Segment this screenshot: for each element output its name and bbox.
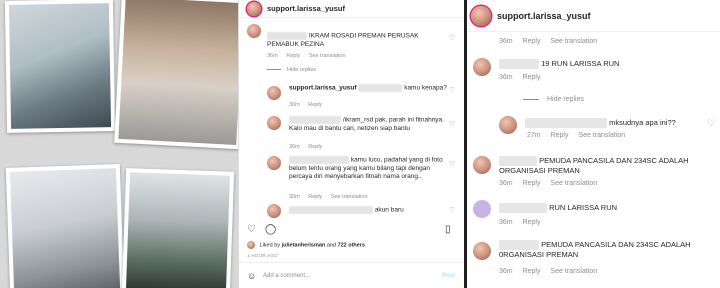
reply-button[interactable]: Reply [523,74,541,81]
heart-icon[interactable]: ♡ [449,34,455,42]
redacted-username [289,156,349,164]
comment-text: 19 RUN LARISSA RUN [541,59,620,68]
hide-replies-button[interactable]: Hide replies [267,67,316,73]
comment-time: 36m [499,219,513,226]
reply-button[interactable]: Reply [523,219,541,226]
avatar[interactable] [473,200,491,218]
photo-restaurant-table [114,0,238,150]
comment: support.larissa_yusuf kamu kenapa? 30m R… [239,80,465,110]
liked-user[interactable]: julietanherisman [282,242,326,248]
reply-button[interactable]: Reply [308,144,322,150]
comment-bubble-icon[interactable]: ◯ [265,224,276,235]
photo-man-phone [5,164,125,288]
see-translation-link[interactable]: See translation [331,194,368,200]
comment-time: 36m [499,74,513,81]
redacted-username [499,59,539,70]
avatar[interactable] [267,204,281,218]
avatar[interactable] [471,6,491,26]
comment: /ikram_rsd pak, parah ini fitnahnya. Kal… [239,114,465,152]
post-header: support.larissa_yusuf [239,0,464,18]
avatar[interactable] [473,156,491,174]
avatar[interactable] [247,1,261,16]
comment-text: RUN LARISSA RUN [549,203,618,212]
see-translation-link[interactable]: See translation [550,38,597,45]
see-translation-link[interactable]: See translation [309,53,346,59]
post-actions-bar: ♡ ◯ ▯ [247,224,457,236]
redacted-mention [358,84,403,92]
avatar[interactable] [247,24,261,38]
comment-time: 36m [499,268,513,275]
post-username[interactable]: support.larissa_yusuf [497,11,591,21]
comment-time: 36m [499,180,513,187]
avatar[interactable] [247,241,255,249]
post-timestamp: 1 HOUR AGO [247,253,279,258]
comment: kamu lucu, padahal yang di foto belum te… [239,154,465,204]
avatar[interactable] [267,156,281,170]
comment-time: 27m [527,132,541,139]
avatar[interactable] [473,58,491,76]
comment-time: 30m [289,194,300,200]
redacted-username [499,240,539,251]
reply-button[interactable]: Reply [286,53,300,59]
photo-couple-indoor [4,0,116,133]
reply-button[interactable]: Reply [551,132,569,139]
add-comment-bar: ☺ Add a comment... Post [239,262,465,288]
post-username[interactable]: support.larissa_yusuf [267,4,345,13]
post-header: support.larissa_yusuf [467,0,720,32]
reply-button[interactable]: Reply [308,102,322,108]
see-translation-link[interactable]: See translation [550,180,597,187]
comment-panel-left: support.larissa_yusuf IKRAM ROSADI PREMA… [238,0,465,288]
see-translation-link[interactable]: See translation [550,268,597,275]
heart-icon[interactable]: ♡ [449,86,455,94]
avatar[interactable] [499,116,517,134]
comment: IKRAM ROSADI PREMAN PERUSAK PEMABUK PEZI… [239,20,465,64]
reply-button[interactable]: Reply [308,194,322,200]
avatar[interactable] [473,242,491,260]
heart-icon[interactable]: ♡ [707,118,715,129]
see-translation-link[interactable]: See translation [578,132,625,139]
redacted-username [499,203,547,214]
like-heart-icon[interactable]: ♡ [247,224,256,235]
reply-button[interactable]: Reply [523,268,541,275]
redacted-username [289,116,341,124]
comment-username[interactable]: support.larissa_yusuf [289,85,357,92]
comment-time: 30m [289,144,300,150]
heart-icon[interactable]: ♡ [449,120,455,128]
redacted-username [267,32,307,40]
post-button[interactable]: Post [442,273,455,279]
photo-collage [0,0,238,288]
liked-others[interactable]: 722 others [338,242,366,248]
comment-text: akun baru [374,206,404,214]
liked-by-line: Liked by julietanherisman and 722 others [247,241,365,249]
comment-time: 36m [267,53,278,59]
redacted-username [525,118,607,129]
comment-panel-right: support.larissa_yusuf 36m Reply See tran… [467,0,720,288]
comment-time: 36m [499,38,513,45]
comment-meta: 36m Reply See translation [499,38,605,45]
avatar[interactable] [267,86,281,100]
smile-icon[interactable]: ☺ [247,271,256,281]
comment-time: 30m [289,102,300,108]
hide-replies-button[interactable]: Hide replies [523,96,584,103]
reply-button[interactable]: Reply [523,38,541,45]
comment-text: mksudnya apa ini?? [609,118,676,127]
photo-child-outdoor [121,168,235,288]
comment: akun baru ♡ [239,202,465,220]
heart-icon[interactable]: ♡ [449,206,455,214]
comment-text: kamu kenapa? [404,84,447,92]
redacted-username [289,206,373,214]
redacted-username [499,156,537,167]
reply-button[interactable]: Reply [523,180,541,187]
add-comment-input[interactable]: Add a comment... [263,273,310,279]
bookmark-icon[interactable]: ▯ [445,224,451,235]
heart-icon[interactable]: ♡ [449,160,455,168]
avatar[interactable] [267,116,281,130]
